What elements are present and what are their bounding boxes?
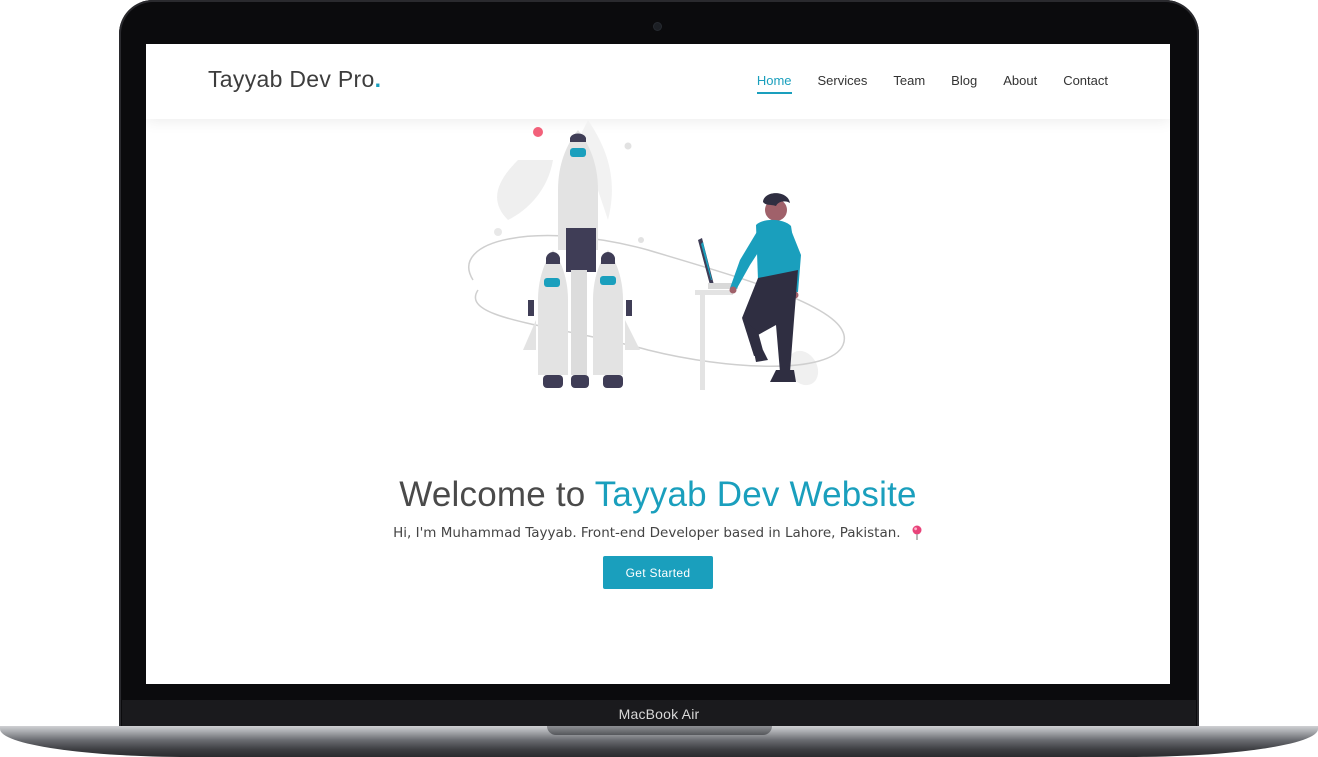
nav-item-blog[interactable]: Blog	[951, 73, 977, 92]
nav-item-team[interactable]: Team	[893, 73, 925, 92]
rocket-launch-developer-illustration	[468, 120, 846, 390]
navbar: Tayyab Dev Pro. Home Services Team Blog …	[146, 44, 1170, 119]
brand-dot: .	[374, 66, 382, 92]
nav-item-home[interactable]: Home	[756, 73, 792, 94]
website-screen: Tayyab Dev Pro. Home Services Team Blog …	[146, 44, 1170, 684]
nav-item-services[interactable]: Services	[818, 73, 868, 92]
device-label: MacBook Air	[618, 706, 700, 722]
nav-item-contact[interactable]: Contact	[1063, 73, 1108, 92]
hero-title-accent: Tayyab Dev Website	[594, 475, 917, 515]
nav-item-about[interactable]: About	[1003, 73, 1037, 92]
hero-title: Welcome to Tayyab Dev Website	[146, 475, 1170, 515]
main-nav: Home Services Team Blog About Contact	[756, 73, 1108, 94]
hero-subtitle: Hi, I'm Muhammad Tayyab. Front-end Devel…	[146, 525, 1170, 541]
brand-logo[interactable]: Tayyab Dev Pro.	[208, 66, 381, 93]
laptop-notch	[547, 726, 772, 735]
hero-subtitle-text: Hi, I'm Muhammad Tayyab. Front-end Devel…	[393, 524, 901, 541]
get-started-button[interactable]: Get Started	[603, 556, 713, 589]
brand-name: Tayyab Dev Pro	[208, 66, 375, 92]
hero-title-prefix: Welcome to	[399, 475, 595, 515]
camera-icon	[654, 23, 661, 30]
map-pin-icon	[912, 525, 922, 540]
